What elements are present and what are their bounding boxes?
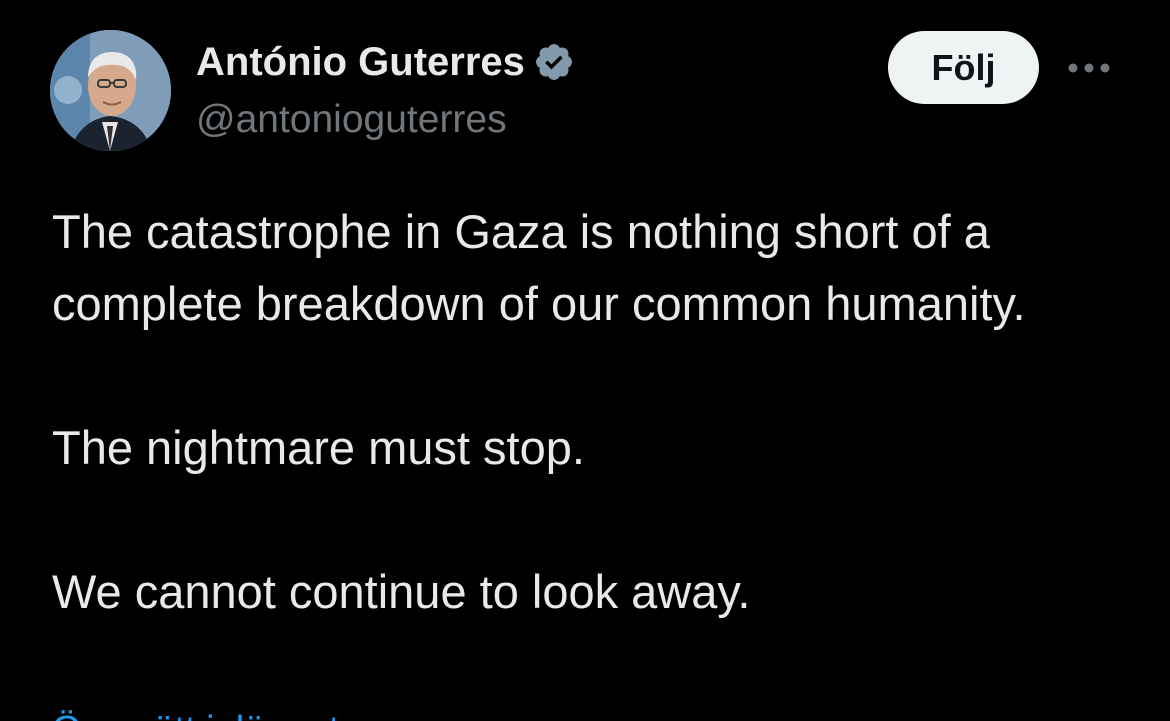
tweet-paragraph: The catastrophe in Gaza is nothing short… bbox=[52, 205, 1026, 330]
tweet-paragraph: We cannot continue to look away. bbox=[52, 565, 751, 618]
author-display-name[interactable]: António Guterres bbox=[196, 40, 525, 85]
tweet-paragraph: The nightmare must stop. bbox=[52, 421, 585, 474]
verified-badge-icon[interactable] bbox=[533, 41, 575, 83]
follow-button[interactable]: Följ bbox=[888, 31, 1039, 104]
author-avatar[interactable] bbox=[50, 30, 171, 151]
tweet-body: The catastrophe in Gaza is nothing short… bbox=[52, 196, 1132, 628]
author-name-row: António Guterres bbox=[196, 38, 575, 86]
author-handle[interactable]: @antonioguterres bbox=[196, 98, 507, 142]
avatar-photo-icon bbox=[50, 30, 171, 151]
more-horizontal-icon bbox=[1068, 63, 1110, 73]
more-options-button[interactable] bbox=[1064, 50, 1114, 86]
tweet-card: António Guterres @antonioguterres Följ T… bbox=[0, 0, 1170, 721]
translate-post-link[interactable]: Översätt inlägget bbox=[52, 708, 339, 721]
